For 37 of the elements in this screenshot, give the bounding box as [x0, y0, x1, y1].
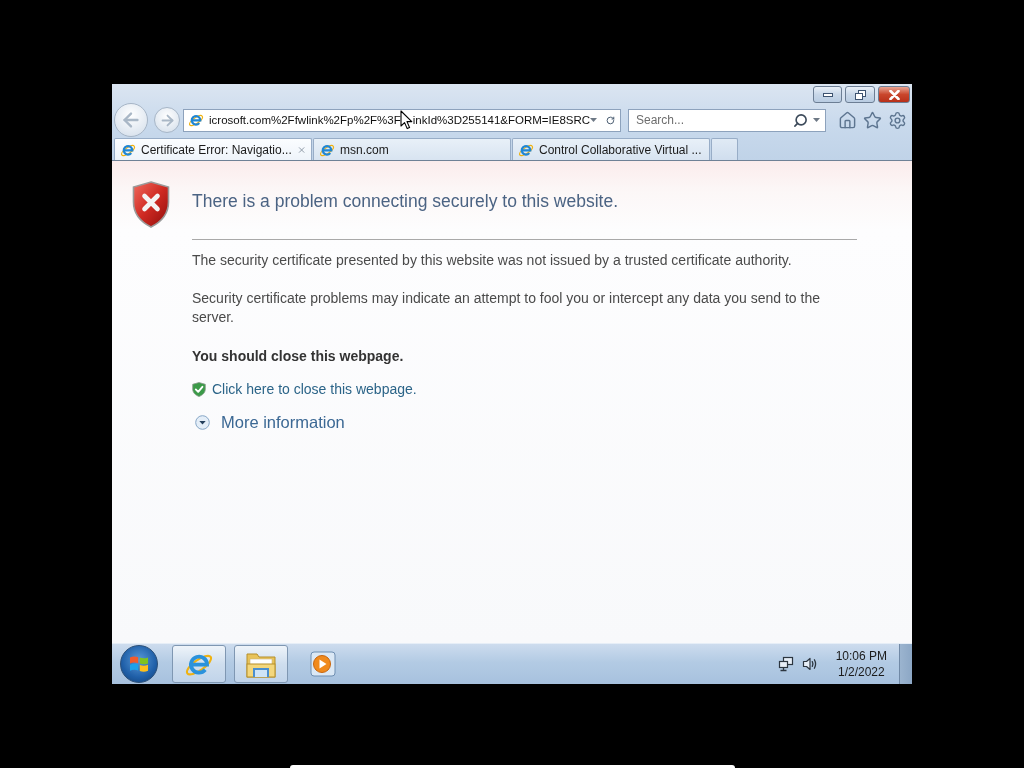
- clock-time[interactable]: 10:06 PM: [835, 648, 887, 664]
- home-icon[interactable]: [838, 110, 857, 130]
- clock-date[interactable]: 1/2/2022: [837, 664, 885, 680]
- shield-error-icon: [132, 181, 170, 228]
- network-icon[interactable]: [777, 656, 794, 672]
- close-icon: [888, 89, 900, 100]
- close-webpage-link[interactable]: Click here to close this webpage.: [212, 381, 417, 397]
- error-description: The security certificate presented by this website was not issued by a trusted certificate authority.: [192, 251, 793, 270]
- more-information-link[interactable]: More information: [221, 413, 345, 432]
- tab[interactable]: msn.com: [313, 138, 511, 160]
- recommendation-text: You should close this webpage.: [192, 347, 405, 366]
- browser-icon: [188, 112, 204, 128]
- volume-icon[interactable]: [801, 656, 818, 672]
- tab[interactable]: Control Collaborative Virtual ...: [512, 138, 710, 160]
- folder-icon: [246, 650, 276, 678]
- restore-button[interactable]: [845, 86, 875, 103]
- expand-icon[interactable]: [195, 415, 210, 430]
- flag-logo-icon: [129, 655, 149, 673]
- start-button[interactable]: [120, 645, 158, 683]
- error-description: Security certificate problems may indicate an attempt to fool you or intercept any data you send to the server.: [192, 289, 821, 327]
- caret-icon[interactable]: [590, 118, 598, 122]
- settings-icon[interactable]: [888, 110, 907, 130]
- caret-icon[interactable]: [813, 118, 820, 122]
- restore-icon: [854, 89, 866, 100]
- shield-check-icon: [192, 381, 206, 397]
- star-icon[interactable]: [863, 110, 882, 130]
- play-icon: [310, 651, 336, 677]
- taskbar-app-button[interactable]: [172, 645, 226, 683]
- search-icon[interactable]: [793, 112, 808, 128]
- close-button[interactable]: [878, 86, 910, 103]
- taskbar-app-button[interactable]: [234, 645, 288, 683]
- minimize-icon: [822, 92, 833, 97]
- search-field[interactable]: Search...: [628, 108, 826, 132]
- tab[interactable]: Certificate Error: Navigatio...: [114, 138, 312, 160]
- error-title: There is a problem connecting securely to this website.: [192, 191, 619, 212]
- mouse-pointer-icon: [399, 110, 413, 130]
- minimize-button[interactable]: [813, 86, 842, 103]
